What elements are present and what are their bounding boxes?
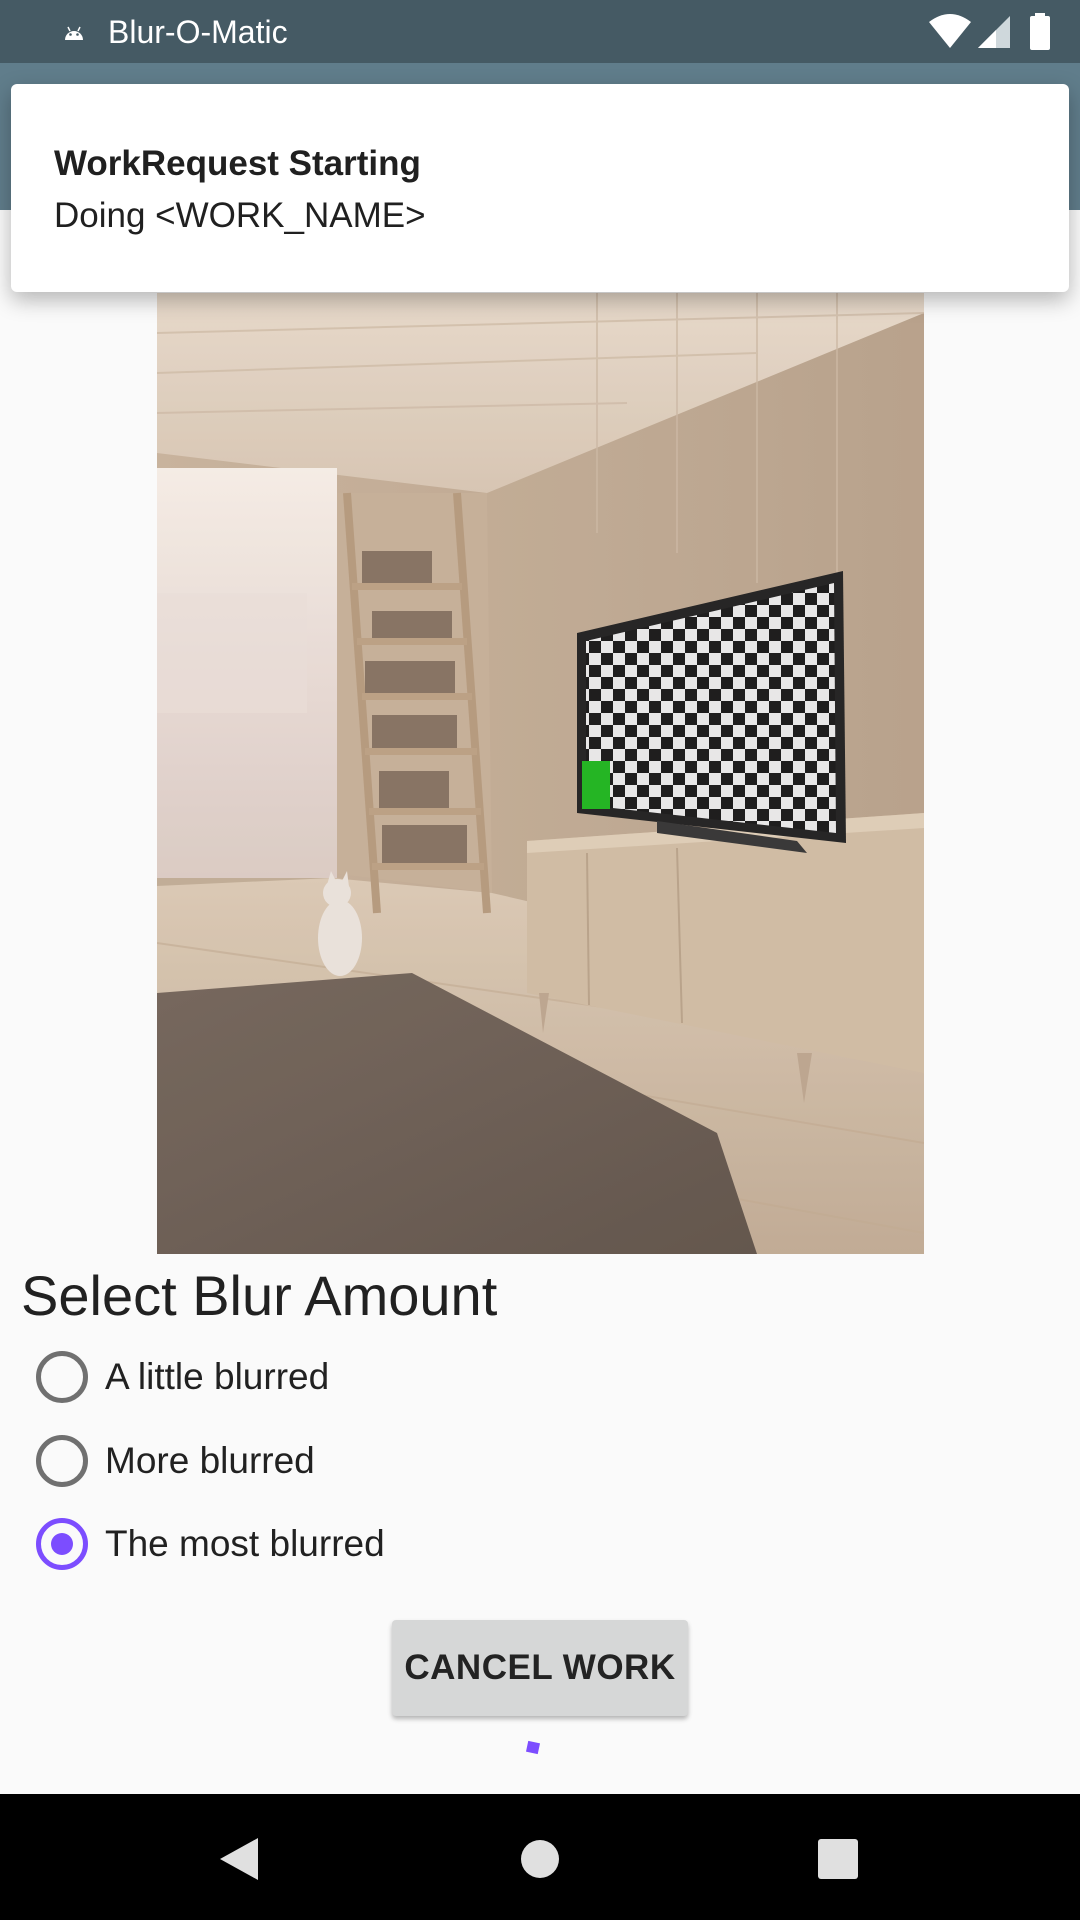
radio-label: A little blurred <box>105 1356 330 1397</box>
signal-icon <box>978 16 1010 48</box>
radio-option-most-blurred[interactable]: The most blurred <box>36 1512 736 1572</box>
wifi-icon <box>929 14 971 48</box>
notification-text: Doing <WORK_NAME> <box>54 196 426 235</box>
radio-selected-dot <box>51 1533 73 1555</box>
radio-option-more-blurred[interactable]: More blurred <box>36 1429 736 1489</box>
status-app-title: Blur-O-Matic <box>108 14 288 50</box>
home-icon[interactable] <box>505 1824 575 1894</box>
notification-title: WorkRequest Starting <box>54 144 421 183</box>
radio-label: The most blurred <box>105 1523 385 1564</box>
radio-option-little-blurred[interactable]: A little blurred <box>36 1345 736 1405</box>
navigation-bar <box>0 1794 1080 1920</box>
radio-button-selected[interactable] <box>36 1518 88 1570</box>
android-icon <box>65 26 83 40</box>
battery-icon <box>1030 13 1050 50</box>
back-icon[interactable] <box>204 1824 274 1894</box>
page-title: Select Blur Amount <box>21 1264 498 1327</box>
radio-label: More blurred <box>105 1440 315 1481</box>
radio-button[interactable] <box>36 1435 88 1487</box>
cancel-work-button[interactable]: CANCEL WORK <box>392 1620 688 1716</box>
radio-button[interactable] <box>36 1351 88 1403</box>
heads-up-notification[interactable]: WorkRequest Starting Doing <WORK_NAME> <box>11 84 1069 292</box>
status-bar: Blur-O-Matic <box>0 0 1080 63</box>
progress-indicator <box>525 1740 541 1755</box>
status-icons <box>928 12 1058 52</box>
recents-icon[interactable] <box>803 1824 873 1894</box>
preview-image <box>157 293 924 1254</box>
